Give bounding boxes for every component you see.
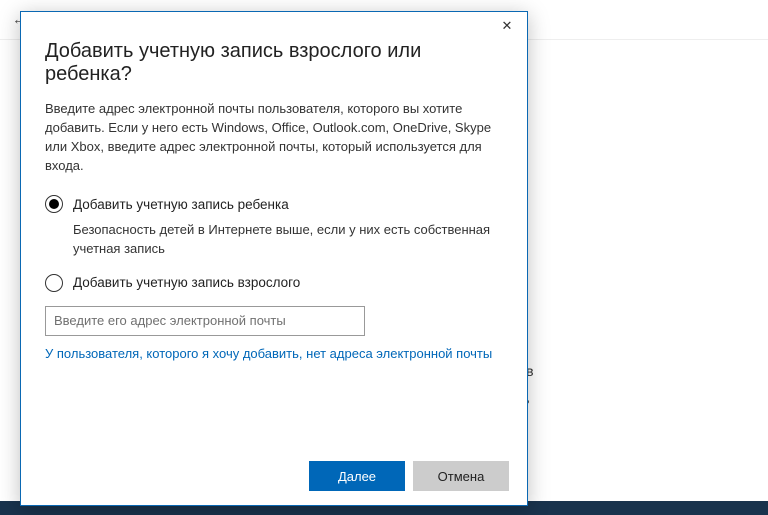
cancel-button[interactable]: Отмена [413, 461, 509, 491]
next-button[interactable]: Далее [309, 461, 405, 491]
radio-label-adult: Добавить учетную запись взрослого [73, 275, 300, 290]
no-email-link[interactable]: У пользователя, которого я хочу добавить… [45, 346, 503, 361]
radio-icon [45, 195, 63, 213]
radio-label-child: Добавить учетную запись ребенка [73, 197, 289, 212]
dialog-title: Добавить учетную запись взрослого или ре… [45, 40, 503, 86]
radio-option-child[interactable]: Добавить учетную запись ребенка [45, 193, 503, 215]
radio-subtext-child: Безопасность детей в Интернете выше, есл… [73, 221, 503, 257]
radio-option-adult[interactable]: Добавить учетную запись взрослого [45, 272, 503, 294]
email-field[interactable] [45, 306, 365, 336]
close-icon: ✕ [502, 18, 513, 34]
close-button[interactable]: ✕ [487, 12, 527, 40]
dialog-description: Введите адрес электронной почты пользова… [45, 100, 503, 175]
radio-icon [45, 274, 63, 292]
account-type-radio-group: Добавить учетную запись ребенка Безопасн… [45, 193, 503, 293]
dialog-footer: Далее Отмена [21, 447, 527, 505]
add-account-dialog: ✕ Добавить учетную запись взрослого или … [20, 11, 528, 506]
